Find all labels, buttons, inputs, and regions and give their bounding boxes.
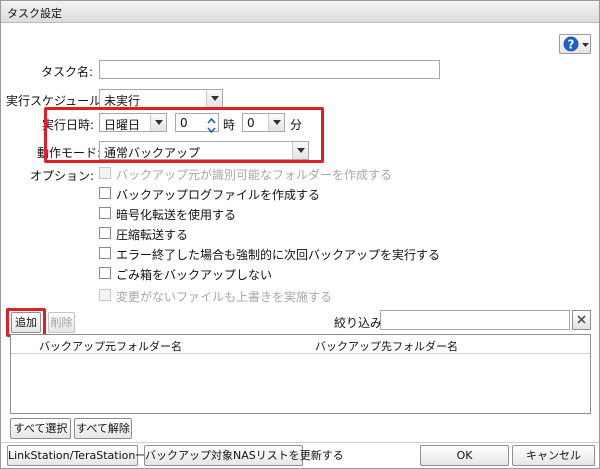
checkbox-box[interactable] — [99, 227, 111, 239]
column-header-destination[interactable]: バックアップ先フォルダー名 — [315, 338, 458, 354]
checkbox-box[interactable] — [99, 207, 111, 219]
table-header: バックアップ元フォルダー名 バックアップ先フォルダー名 — [11, 335, 590, 354]
title-bar: タスク設定 — [1, 1, 599, 23]
checkbox-box[interactable] — [99, 267, 111, 279]
highlight-frame-schedule — [44, 107, 324, 163]
chevron-down-icon — [211, 96, 219, 101]
clear-filter-button[interactable] — [572, 310, 591, 330]
nas-list-button[interactable]: LinkStation/TeraStation一覧 — [7, 445, 157, 466]
deselect-all-button[interactable]: すべて解除 — [74, 418, 132, 439]
option-label: エラー終了した場合も強制的に次回バックアップを実行する — [116, 248, 441, 262]
refresh-nas-list-button[interactable]: バックアップ対象NASリストを更新する — [144, 445, 344, 466]
delete-button[interactable]: 削除 — [48, 312, 75, 333]
folder-table[interactable]: バックアップ元フォルダー名 バックアップ先フォルダー名 — [10, 334, 591, 414]
select-all-button[interactable]: すべて選択 — [10, 418, 71, 439]
footer-divider — [1, 442, 599, 443]
option-label: 圧縮転送する — [116, 228, 189, 242]
task-name-label: タスク名: — [40, 65, 93, 79]
schedule-dropdown-arrow[interactable] — [206, 90, 222, 107]
checkbox-box[interactable] — [99, 187, 111, 199]
help-button[interactable]: ? — [559, 34, 591, 54]
option-label: バックアップログファイルを作成する — [116, 188, 321, 202]
highlight-frame-add — [6, 308, 46, 337]
chevron-down-icon — [582, 43, 589, 47]
option-label: 暗号化転送を使用する — [116, 208, 237, 222]
window-title: タスク設定 — [7, 7, 62, 20]
option-label: 変更がないファイルも上書きを実施する — [116, 290, 333, 304]
filter-label: 絞り込み: — [334, 316, 387, 330]
options-label: オプション: — [29, 169, 94, 183]
task-settings-dialog: タスク設定 ? タスク名: 実行スケジュール: 未実行 実行日時: 日曜日 0 — [0, 0, 600, 469]
svg-text:?: ? — [568, 38, 575, 52]
checkbox-box[interactable] — [99, 167, 111, 179]
filter-input[interactable] — [380, 310, 570, 330]
option-label: バックアップ元が識別可能なフォルダーを作成する — [116, 168, 393, 182]
close-icon — [577, 315, 586, 324]
help-icon: ? — [563, 36, 579, 52]
ok-button[interactable]: OK — [420, 445, 509, 466]
column-header-source[interactable]: バックアップ元フォルダー名 — [39, 338, 182, 354]
schedule-select[interactable]: 未実行 — [99, 89, 223, 108]
cancel-button[interactable]: キャンセル — [512, 445, 595, 466]
checkbox-box[interactable] — [99, 289, 111, 301]
option-label: ごみ箱をバックアップしない — [116, 268, 273, 282]
task-name-input[interactable] — [99, 60, 440, 79]
checkbox-box[interactable] — [99, 247, 111, 259]
